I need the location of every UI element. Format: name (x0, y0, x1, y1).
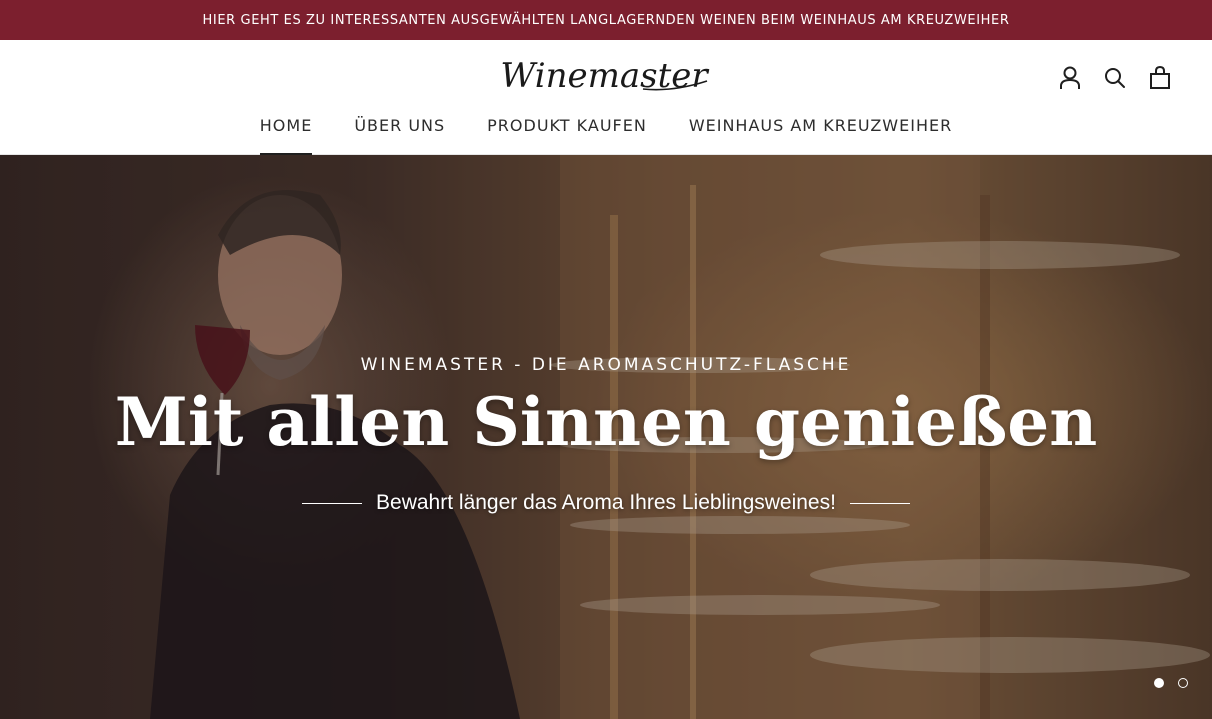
slide-dots (1154, 678, 1188, 688)
search-icon[interactable] (1103, 64, 1127, 92)
nav-item-home[interactable]: HOME (259, 114, 313, 156)
logo-wordmark: Winemaster (500, 59, 709, 95)
tagline-divider-right (849, 502, 910, 504)
nav-item-produkt-kaufen[interactable]: PRODUKT KAUFEN (487, 114, 647, 155)
account-icon[interactable] (1058, 64, 1082, 92)
nav-item-weinhaus[interactable]: WEINHAUS AM KREUZWEIHER (689, 114, 952, 155)
hero-tagline: Bewahrt länger das Aroma Ihres Lieblings… (0, 491, 1212, 515)
tagline-divider-left (302, 502, 363, 504)
svg-text:Winemaster: Winemaster (500, 59, 709, 95)
site-header: Winemaster HOME ÜBER UNS PRODUKT KAUFEN … (0, 40, 1212, 156)
logo[interactable]: Winemaster (492, 56, 716, 98)
slide-dot-1[interactable] (1154, 678, 1164, 688)
hero-content: WINEMASTER - DIE AROMASCHUTZ-FLASCHE Mit… (0, 155, 1212, 719)
announcement-bar[interactable]: HIER GEHT ES ZU INTERESSANTEN AUSGEWÄHLT… (0, 0, 1212, 40)
nav-item-ueber-uns[interactable]: ÜBER UNS (354, 114, 445, 155)
main-nav: HOME ÜBER UNS PRODUKT KAUFEN WEINHAUS AM… (0, 114, 1212, 156)
announcement-text[interactable]: HIER GEHT ES ZU INTERESSANTEN AUSGEWÄHLT… (203, 13, 1010, 28)
hero-subheading: WINEMASTER - DIE AROMASCHUTZ-FLASCHE (360, 355, 852, 375)
slide-dot-2[interactable] (1178, 678, 1188, 688)
cart-icon[interactable] (1148, 64, 1172, 92)
hero-tagline-text: Bewahrt länger das Aroma Ihres Lieblings… (376, 491, 836, 514)
header-icons (1058, 64, 1172, 92)
hero-slideshow: WINEMASTER - DIE AROMASCHUTZ-FLASCHE Mit… (0, 155, 1212, 719)
hero-title: Mit allen Sinnen genießen (114, 383, 1098, 461)
